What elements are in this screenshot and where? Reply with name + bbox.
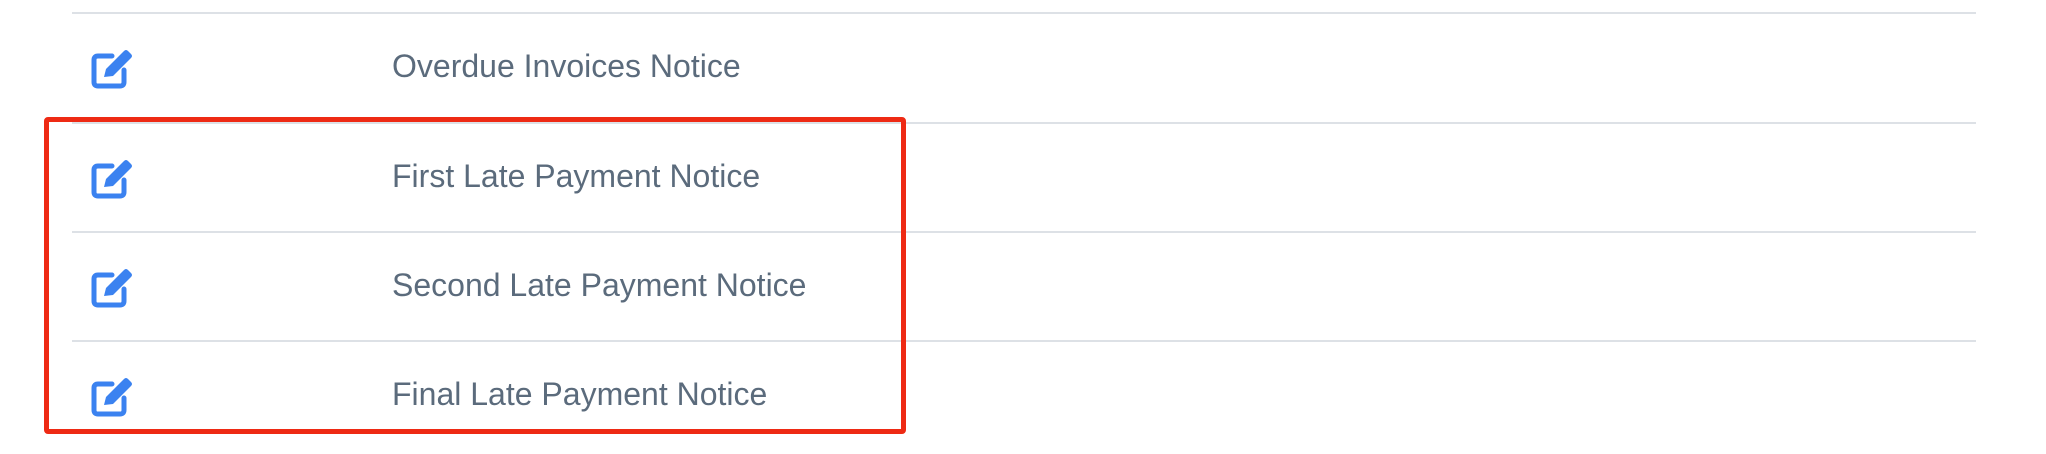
edit-overdue-invoices-notice-button[interactable] xyxy=(90,48,136,90)
edit-icon xyxy=(91,269,132,308)
notice-label: Final Late Payment Notice xyxy=(392,376,768,412)
edit-icon xyxy=(91,50,132,89)
list-item: First Late Payment Notice xyxy=(72,122,1976,230)
notice-label: First Late Payment Notice xyxy=(392,158,761,194)
notice-label: Overdue Invoices Notice xyxy=(392,48,741,84)
row-divider xyxy=(72,12,1976,14)
row-divider xyxy=(72,122,1976,124)
row-divider xyxy=(72,340,1976,342)
edit-icon xyxy=(91,160,132,199)
row-divider xyxy=(72,231,1976,233)
edit-first-late-payment-notice-button[interactable] xyxy=(90,158,136,200)
notice-label: Second Late Payment Notice xyxy=(392,267,807,303)
list-item: Second Late Payment Notice xyxy=(72,231,1976,339)
list-item: Overdue Invoices Notice xyxy=(72,12,1976,120)
edit-icon xyxy=(91,378,132,417)
edit-second-late-payment-notice-button[interactable] xyxy=(90,267,136,309)
list-item: Final Late Payment Notice xyxy=(72,340,1976,448)
edit-final-late-payment-notice-button[interactable] xyxy=(90,376,136,418)
